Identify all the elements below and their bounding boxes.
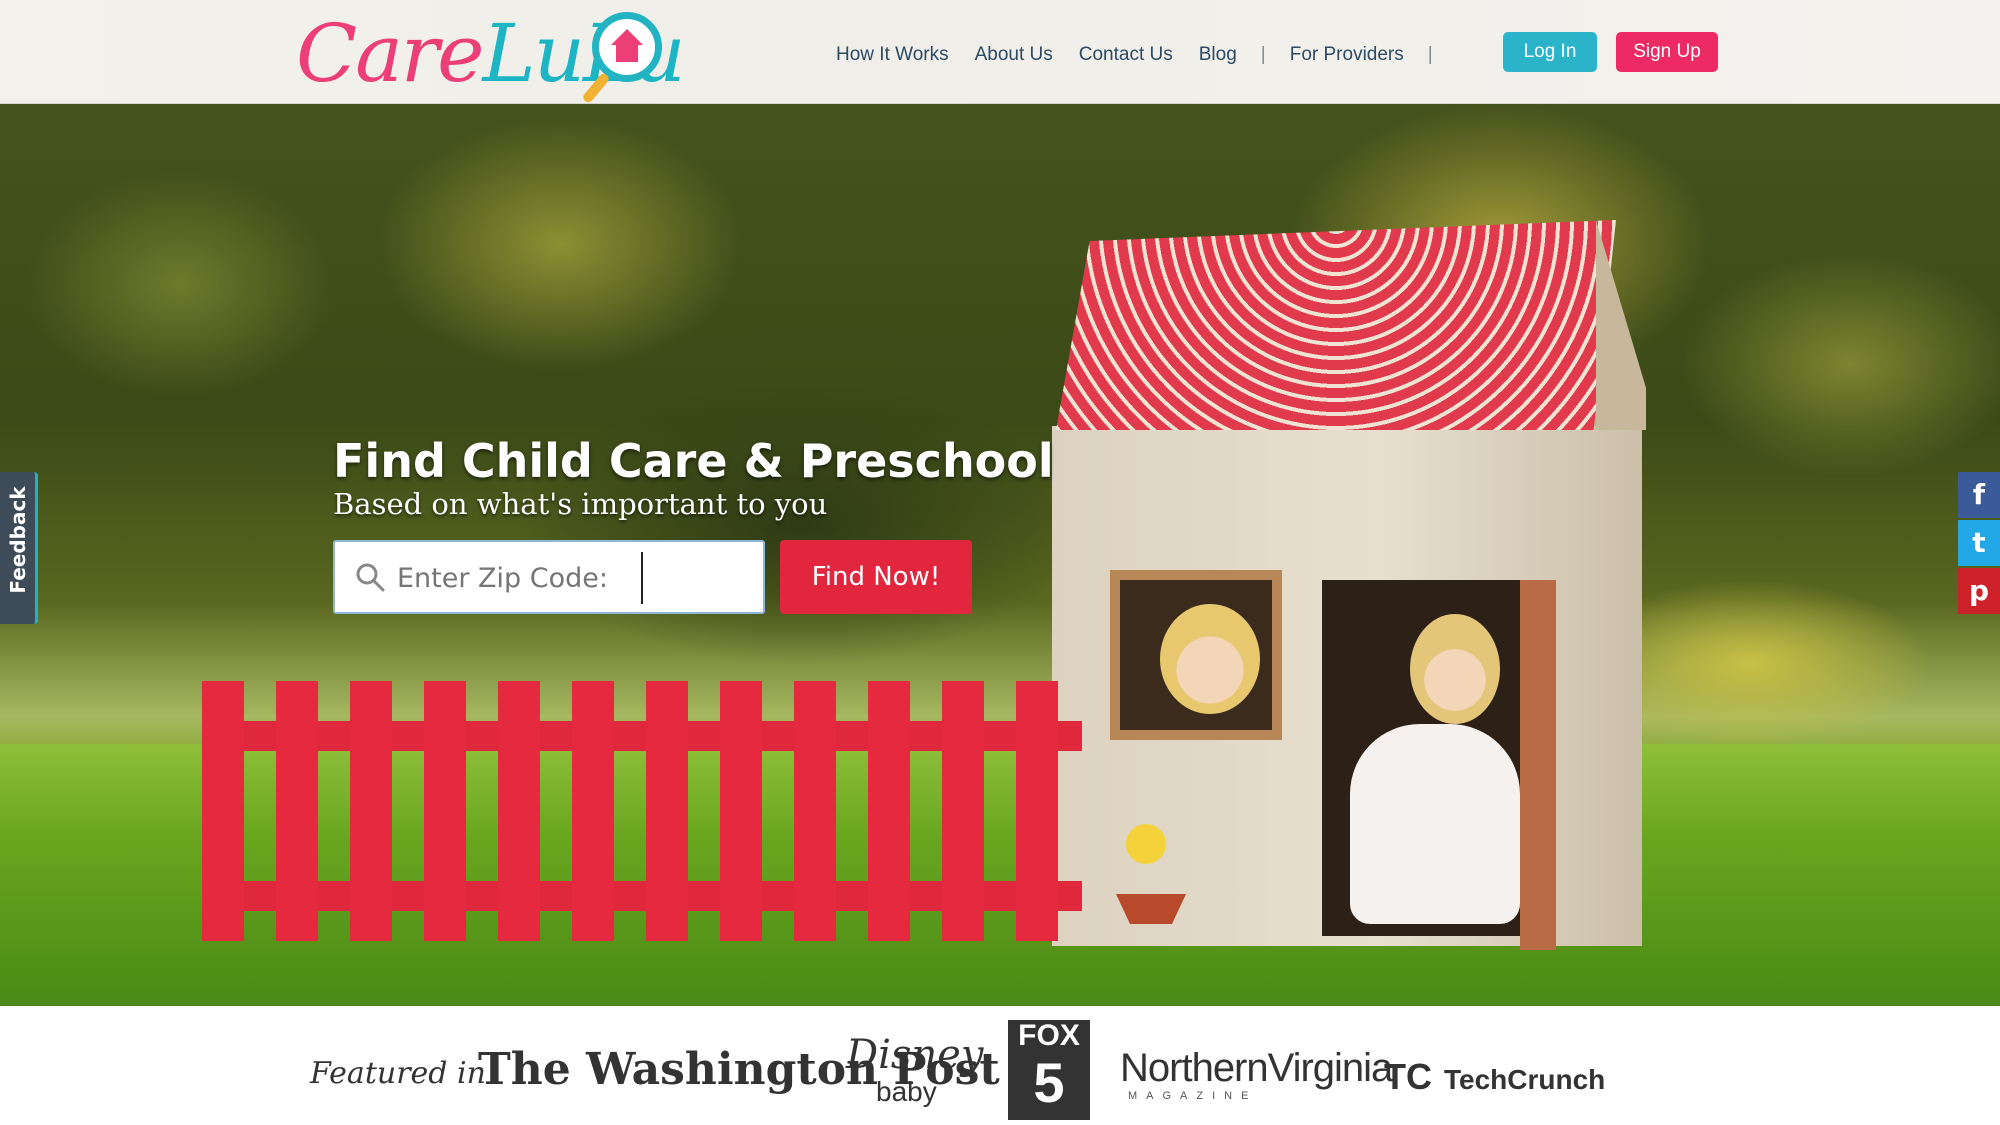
child-body [1350,724,1520,924]
fence-post [720,681,762,941]
find-now-button[interactable]: Find Now! [780,540,972,614]
signup-button[interactable]: Sign Up [1616,32,1718,72]
playhouse-roof [1056,220,1616,430]
fence-post [646,681,688,941]
hero-banner: Find Child Care & Preschool Based on wha… [0,104,2000,1006]
child-in-door [1410,614,1500,724]
fence-post [202,681,244,941]
playhouse-roof-side [1596,220,1646,430]
techcrunch-logo: TC TechCrunch [1384,1056,1606,1097]
login-button[interactable]: Log In [1503,32,1597,72]
northern-virginia-logo: NorthernVirginia [1120,1046,1393,1090]
fence-post [424,681,466,941]
search-icon [356,563,385,592]
fence-post [1016,681,1058,941]
careLulu-logo[interactable]: CareLuLu [296,8,686,105]
logo-magnifier-icon [581,12,662,105]
featured-in-bar: Featured in The Washington Post Disney b… [0,1006,2000,1125]
nav-blog[interactable]: Blog [1199,44,1237,66]
painted-flower [1126,824,1166,864]
child-in-window [1160,604,1260,714]
feedback-label: Feedback [6,486,30,594]
nav-how-it-works[interactable]: How It Works [836,44,949,66]
playhouse-door-flap [1520,580,1556,950]
site-header: CareLuLu How It Works About Us Contact U… [0,0,2000,105]
main-nav: How It Works About Us Contact Us Blog | … [836,40,1457,70]
nav-divider: | [1260,44,1266,65]
fence-post [868,681,910,941]
nav-for-providers[interactable]: For Providers [1290,44,1404,66]
nav-divider: | [1427,44,1433,65]
fence-post [942,681,984,941]
hero-subtitle: Based on what's important to you [333,487,828,521]
zip-code-input[interactable] [397,554,757,602]
fence-post [350,681,392,941]
zip-search-box[interactable] [333,540,765,614]
disney-baby-logo: Disney baby [846,1032,984,1107]
nav-about-us[interactable]: About Us [975,44,1053,66]
fence-post [276,681,318,941]
featured-label: Featured in [310,1056,486,1091]
northern-virginia-sub: MAGAZINE [1128,1090,1258,1102]
fence-post [498,681,540,941]
pinterest-icon[interactable]: p [1958,568,2000,614]
twitter-icon[interactable]: t [1958,520,2000,566]
feedback-tab[interactable]: Feedback [0,472,38,624]
facebook-icon[interactable]: f [1958,472,2000,518]
hero-title: Find Child Care & Preschool [333,434,1054,488]
nav-contact-us[interactable]: Contact Us [1079,44,1173,66]
fence-post [572,681,614,941]
fox5-logo: FOX 5 [1008,1020,1090,1120]
text-cursor [641,552,643,604]
red-fence [202,681,1082,941]
fence-post [794,681,836,941]
